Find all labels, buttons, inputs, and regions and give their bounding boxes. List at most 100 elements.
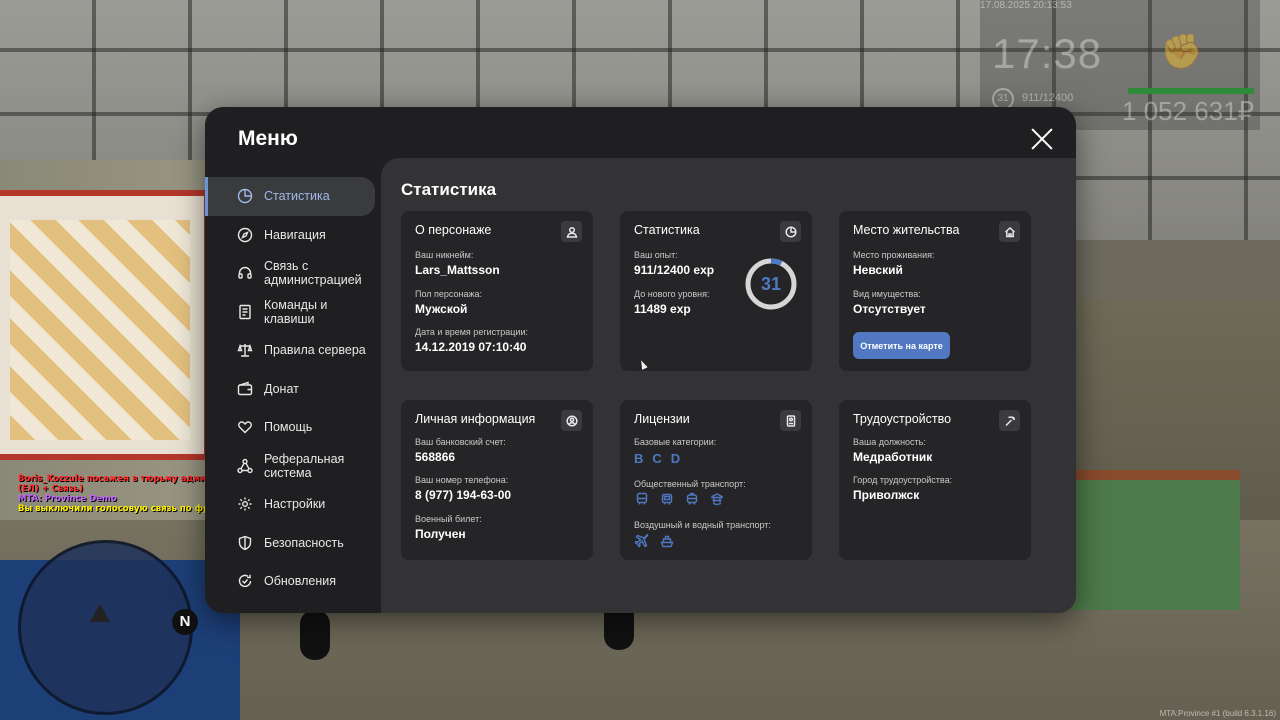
card-title: Трудоустройство [853, 412, 952, 426]
position-value: Медработник [853, 450, 933, 464]
bank-account-value: 568866 [415, 450, 456, 464]
pie-chart-icon [780, 221, 801, 242]
id-card-icon [780, 410, 801, 431]
base-categories: BCD [634, 451, 689, 466]
license-category: D [670, 451, 681, 466]
sidebar-item-admin-contact[interactable]: Связь с администрацией [205, 254, 375, 293]
exp-label: Ваш опыт: [634, 250, 678, 260]
compass-icon [237, 227, 253, 243]
headset-icon [237, 265, 253, 281]
hud-money: 1 052 631₽ [1122, 96, 1255, 126]
air-water-transport-icons [634, 533, 674, 548]
property-value: Отсутствует [853, 302, 926, 316]
sidebar-item-label: Команды и клавиши [264, 297, 328, 326]
registration-value: 14.12.2019 07:10:40 [415, 340, 527, 354]
refresh-check-icon [237, 573, 253, 589]
card-title: Лицензии [634, 412, 690, 426]
sidebar-item-label: Связь с администрацией [264, 259, 362, 288]
close-icon[interactable] [1030, 127, 1054, 151]
residence-place-label: Место проживания: [853, 250, 935, 260]
menu-title: Меню [238, 127, 298, 150]
sidebar-item-security[interactable]: Безопасность [205, 524, 375, 563]
sidebar-item-label: Безопасность [264, 535, 344, 550]
card-title: Статистика [634, 223, 700, 237]
hud-date: 17.08.2025 20:13:53 [980, 0, 1072, 11]
sidebar-item-label: Настройки [264, 497, 326, 512]
property-label: Вид имущества: [853, 289, 921, 299]
metro-icon [709, 491, 724, 506]
sidebar-item-label: Навигация [264, 227, 326, 242]
boat-icon [659, 533, 674, 548]
licenses-card: Лицензии Базовые категории: BCD Обществе… [620, 400, 812, 560]
gender-label: Пол персонажа: [415, 289, 483, 299]
sidebar-item-settings[interactable]: Настройки [205, 485, 375, 524]
level-value: 31 [760, 274, 782, 294]
phone-label: Ваш номер телефона: [415, 475, 509, 485]
heart-hands-icon [237, 419, 253, 435]
home-icon [999, 221, 1020, 242]
residence-place-value: Невский [853, 263, 903, 277]
work-city-label: Город трудоустройства: [853, 475, 953, 485]
license-category: C [652, 451, 662, 466]
sidebar-item-label: Помощь [264, 420, 313, 435]
base-categories-label: Базовые категории: [634, 437, 717, 447]
next-level-label: До нового уровня: [634, 289, 710, 299]
sidebar-item-donate[interactable]: Донат [205, 370, 375, 409]
gear-icon [237, 496, 253, 512]
wallet-icon [237, 381, 253, 397]
sidebar-item-commands[interactable]: Команды и клавиши [205, 293, 375, 332]
sidebar-item-referral[interactable]: Реферальная система [205, 447, 375, 486]
statistics-panel: Статистика О персонаже Ваш никнейм: Lars… [381, 158, 1076, 613]
position-label: Ваша должность: [853, 437, 926, 447]
public-transport-icons [634, 491, 724, 506]
hospital-bed [1060, 470, 1240, 610]
air-water-transport-label: Воздушный и водный транспорт: [634, 520, 771, 530]
license-category: B [634, 451, 644, 466]
sidebar-item-label: Правила сервера [264, 343, 366, 358]
military-id-value: Получен [415, 527, 466, 541]
work-city-value: Приволжск [853, 488, 920, 502]
plane-icon [634, 533, 649, 548]
player-arrow-icon [90, 604, 110, 622]
sidebar-item-updates[interactable]: Обновления [205, 562, 375, 601]
sidebar-item-label: Обновления [264, 574, 336, 589]
trolleybus-icon [659, 491, 674, 506]
employment-card: Трудоустройство Ваша должность: Медработ… [839, 400, 1031, 560]
card-title: О персонаже [415, 223, 492, 237]
exp-value: 911/12400 exp [634, 263, 715, 277]
sidebar-item-help[interactable]: Помощь [205, 408, 375, 447]
user-circle-icon [561, 410, 582, 431]
stats-card: Статистика Ваш опыт: 911/12400 exp До но… [620, 211, 812, 371]
card-title: Личная информация [415, 412, 536, 426]
registration-label: Дата и время регистрации: [415, 327, 528, 337]
bus-icon [634, 491, 649, 506]
scales-icon [237, 342, 253, 358]
sidebar-item-statistics[interactable]: Статистика [205, 177, 375, 216]
network-icon [237, 458, 253, 474]
sidebar-item-label: Статистика [264, 189, 330, 204]
next-level-value: 11489 exp [634, 302, 691, 316]
residence-card: Место жительства Место проживания: Невск… [839, 211, 1031, 371]
minimap [18, 540, 193, 715]
sidebar-item-rules[interactable]: Правила сервера [205, 331, 375, 370]
hud-health-bar [1128, 88, 1254, 94]
page-title: Статистика [401, 180, 497, 199]
nickname-label: Ваш никнейм: [415, 250, 474, 260]
military-id-label: Военный билет: [415, 514, 482, 524]
mark-on-map-button[interactable]: Отметить на карте [853, 332, 950, 359]
character-foot [300, 610, 330, 660]
shield-icon [237, 535, 253, 551]
nickname-value: Lars_Mattsson [415, 263, 500, 277]
bank-account-label: Ваш банковский счет: [415, 437, 506, 447]
document-icon [237, 304, 253, 320]
sidebar-item-label: Реферальная система [264, 451, 345, 480]
user-icon [561, 221, 582, 242]
hud-exp: 911/12400 [1022, 92, 1074, 104]
character-card: О персонаже Ваш никнейм: Lars_Mattsson П… [401, 211, 593, 371]
north-icon: N [172, 609, 198, 635]
card-title: Место жительства [853, 223, 960, 237]
sidebar-item-label: Донат [264, 381, 299, 396]
public-transport-label: Общественный транспорт: [634, 479, 746, 489]
sidebar-item-navigation[interactable]: Навигация [205, 216, 375, 255]
build-tag: MTA:Province #1 (build 6.3.1.16) [1159, 709, 1276, 718]
